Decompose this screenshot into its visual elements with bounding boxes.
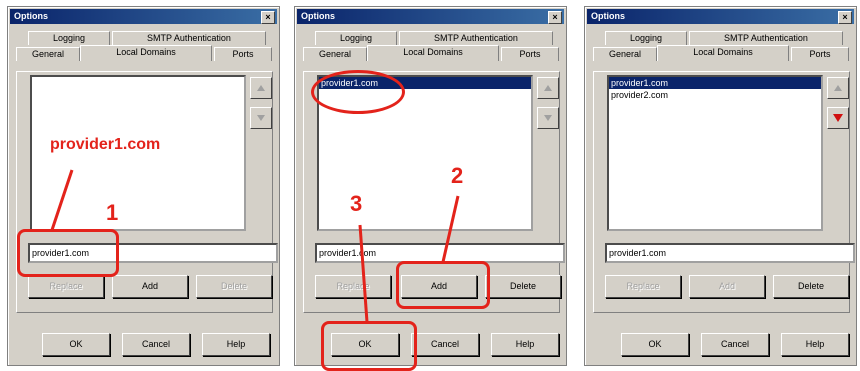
delete-button[interactable]: Delete: [773, 275, 849, 298]
highlight-input-ring: [17, 229, 119, 277]
window-title: Options: [14, 11, 48, 21]
highlight-add-ring: [396, 261, 490, 309]
annotation-domain-label: provider1.com: [50, 136, 161, 153]
annotation-step-1: 1: [106, 200, 119, 225]
domain-input[interactable]: provider1.com: [605, 243, 855, 263]
help-button[interactable]: Help: [781, 333, 849, 356]
arrow-down-icon: [544, 115, 552, 121]
options-dialog-3: Options × Logging SMTP Authentication Ge…: [584, 6, 857, 366]
help-button[interactable]: Help: [491, 333, 559, 356]
annotation-step-2: 2: [451, 163, 464, 188]
move-up-button[interactable]: [250, 77, 272, 99]
move-down-button[interactable]: [827, 107, 849, 129]
tab-smtp-authentication[interactable]: SMTP Authentication: [689, 31, 843, 45]
tab-smtp-authentication[interactable]: SMTP Authentication: [399, 31, 553, 45]
delete-button[interactable]: Delete: [485, 275, 561, 298]
move-down-button[interactable]: [250, 107, 272, 129]
cancel-button[interactable]: Cancel: [122, 333, 190, 356]
tab-local-domains[interactable]: Local Domains: [657, 45, 789, 61]
tab-ports[interactable]: Ports: [501, 47, 559, 61]
tab-logging[interactable]: Logging: [28, 31, 110, 45]
arrow-down-icon: [257, 115, 265, 121]
close-icon[interactable]: ×: [838, 11, 852, 24]
add-button[interactable]: Add: [112, 275, 188, 298]
delete-button[interactable]: Delete: [196, 275, 272, 298]
arrow-up-icon: [544, 85, 552, 91]
window-title: Options: [301, 11, 335, 21]
tab-ports[interactable]: Ports: [214, 47, 272, 61]
move-up-button[interactable]: [537, 77, 559, 99]
tab-logging[interactable]: Logging: [315, 31, 397, 45]
highlight-ok-ring: [321, 321, 417, 371]
cancel-button[interactable]: Cancel: [701, 333, 769, 356]
add-button[interactable]: Add: [689, 275, 765, 298]
annotation-step-3: 3: [350, 191, 363, 216]
options-dialog-2: Options × Logging SMTP Authentication Ge…: [294, 6, 567, 366]
replace-button[interactable]: Replace: [315, 275, 391, 298]
arrow-up-icon: [257, 85, 265, 91]
options-dialog-1: Options × Logging SMTP Authentication Ge…: [7, 6, 280, 366]
cancel-button[interactable]: Cancel: [411, 333, 479, 356]
domain-list[interactable]: provider1.com provider2.com: [607, 75, 823, 231]
title-bar: Options ×: [10, 9, 277, 24]
tab-smtp-authentication[interactable]: SMTP Authentication: [112, 31, 266, 45]
move-up-button[interactable]: [827, 77, 849, 99]
tab-local-domains[interactable]: Local Domains: [367, 45, 499, 61]
list-item[interactable]: provider1.com: [609, 77, 821, 89]
domain-input[interactable]: provider1.com: [315, 243, 565, 263]
ok-button[interactable]: OK: [42, 333, 110, 356]
title-bar: Options ×: [297, 9, 564, 24]
close-icon[interactable]: ×: [548, 11, 562, 24]
arrow-up-icon: [834, 85, 842, 91]
tab-general[interactable]: General: [303, 47, 367, 61]
close-icon[interactable]: ×: [261, 11, 275, 24]
replace-button[interactable]: Replace: [28, 275, 104, 298]
list-item[interactable]: provider2.com: [609, 89, 821, 101]
window-title: Options: [591, 11, 625, 21]
tab-general[interactable]: General: [16, 47, 80, 61]
highlight-list-item-ellipse: [311, 70, 405, 114]
move-down-button[interactable]: [537, 107, 559, 129]
replace-button[interactable]: Replace: [605, 275, 681, 298]
tab-local-domains[interactable]: Local Domains: [80, 45, 212, 61]
ok-button[interactable]: OK: [621, 333, 689, 356]
title-bar: Options ×: [587, 9, 854, 24]
arrow-down-icon: [833, 114, 843, 122]
tab-general[interactable]: General: [593, 47, 657, 61]
help-button[interactable]: Help: [202, 333, 270, 356]
tab-logging[interactable]: Logging: [605, 31, 687, 45]
tab-ports[interactable]: Ports: [791, 47, 849, 61]
